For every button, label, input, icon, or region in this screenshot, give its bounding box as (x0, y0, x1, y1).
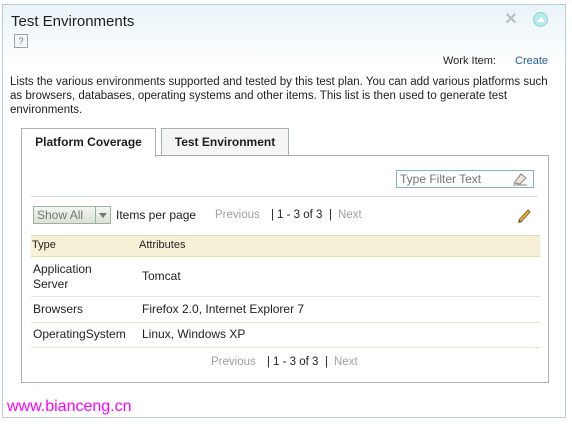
pager-top-separator-right: | (329, 209, 332, 221)
pager-bottom-range: 1 - 3 of 3 (273, 356, 319, 368)
pager-top-next[interactable]: Next (338, 209, 362, 221)
items-per-page-value: Show All (37, 208, 84, 222)
pager-bottom-separator-left: | (267, 356, 270, 368)
clear-filter-icon[interactable] (512, 171, 528, 186)
create-link[interactable]: Create (515, 55, 548, 67)
help-icon[interactable]: ? (14, 34, 28, 48)
pager-top-separator-left: | (271, 209, 274, 221)
pager-top-range: 1 - 3 of 3 (277, 209, 323, 221)
cell-type: OperatingSystem (33, 327, 126, 341)
pager-bottom-separator-right: | (325, 356, 328, 368)
table-row[interactable]: OperatingSystem Linux, Windows XP (31, 323, 540, 348)
edit-pencil-icon[interactable] (516, 207, 532, 223)
pager-bottom-next[interactable]: Next (334, 356, 358, 368)
tab-platform-coverage[interactable]: Platform Coverage (21, 128, 156, 157)
items-per-page-label: Items per page (116, 208, 197, 222)
column-header-type[interactable]: Type (32, 239, 56, 251)
items-per-page-select[interactable]: Show All (33, 206, 111, 224)
cell-attributes: Firefox 2.0, Internet Explorer 7 (142, 302, 305, 316)
table-row[interactable]: Application Server Tomcat (31, 258, 540, 297)
table-header: Type Attributes (31, 235, 540, 257)
cell-attributes: Tomcat (142, 269, 181, 283)
collapse-icon[interactable] (533, 12, 548, 27)
column-header-attributes[interactable]: Attributes (139, 239, 185, 251)
pager-bottom-previous[interactable]: Previous (211, 356, 256, 368)
description-text: Lists the various environments supported… (10, 76, 548, 116)
close-icon[interactable]: ✕ (504, 12, 518, 28)
cell-type: Application Server (33, 262, 92, 291)
table-row[interactable]: Browsers Firefox 2.0, Internet Explorer … (31, 297, 540, 323)
pager-top-previous[interactable]: Previous (215, 209, 260, 221)
watermark-text: www.bianceng.cn (7, 398, 132, 415)
tab-test-environment[interactable]: Test Environment (161, 128, 289, 156)
work-item-label: Work Item: (443, 55, 496, 67)
divider (31, 196, 538, 197)
chevron-down-icon (95, 207, 110, 223)
cell-attributes: Linux, Windows XP (142, 327, 246, 341)
cell-type: Browsers (33, 302, 84, 316)
panel-title: Test Environments (11, 13, 135, 30)
